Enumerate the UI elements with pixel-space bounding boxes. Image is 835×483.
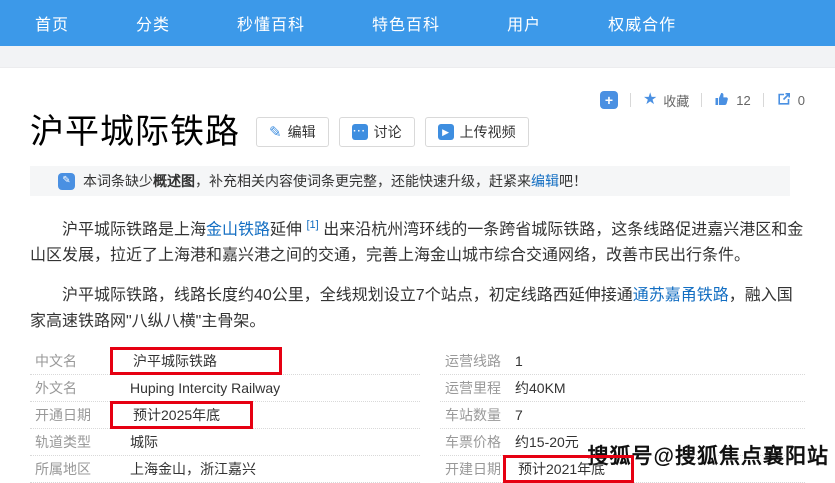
- edit-button-label: 编辑: [288, 122, 316, 142]
- infobox-value: 预计2021年底: [515, 461, 634, 477]
- page-title: 沪平城际铁路: [30, 112, 240, 152]
- infobox-row-chinese-name: 中文名 沪平城际铁路: [30, 348, 420, 375]
- nav-item-authority-coop[interactable]: 权威合作: [608, 11, 676, 35]
- infobox-value: 上海金山，浙江嘉兴: [130, 459, 256, 479]
- share-button[interactable]: 0: [776, 91, 805, 110]
- pencil-icon: ✎: [269, 125, 282, 140]
- infobox-row-foreign-name: 外文名 Huping Intercity Railway: [30, 375, 420, 402]
- infobox-left-column: 中文名 沪平城际铁路 外文名 Huping Intercity Railway …: [30, 348, 420, 483]
- infobox-label: 车票价格: [445, 432, 515, 452]
- notice-edit-link[interactable]: 编辑: [531, 173, 559, 189]
- top-nav: 首页 分类 秒懂百科 特色百科 用户 权威合作: [0, 0, 835, 46]
- discuss-button[interactable]: ··· 讨论: [339, 117, 415, 147]
- reference-1[interactable]: [1]: [307, 219, 319, 231]
- infobox-value: 7: [515, 407, 523, 423]
- infobox-value: 沪平城际铁路: [130, 353, 282, 369]
- highlight-box: 预计2021年底: [503, 455, 634, 483]
- highlight-box: 预计2025年底: [110, 401, 253, 429]
- infobox-row-operating-mileage: 运营里程 约40KM: [440, 375, 805, 402]
- divider: [701, 93, 702, 107]
- infobox-row-opening-date: 开通日期 预计2025年底: [30, 402, 420, 429]
- infobox-label: 轨道类型: [35, 432, 130, 452]
- add-icon[interactable]: +: [600, 91, 618, 109]
- infobox-row-station-count: 车站数量 7: [440, 402, 805, 429]
- star-icon: ★: [643, 92, 657, 108]
- infobox-label: 车站数量: [445, 405, 515, 425]
- infobox-value: 约40KM: [515, 378, 566, 398]
- page-band: [0, 46, 835, 68]
- infobox-value: 约15-20元: [515, 432, 579, 452]
- infobox-value: 1: [515, 353, 523, 369]
- like-count: 12: [736, 93, 750, 108]
- link-jinshan-railway[interactable]: 金山铁路: [206, 221, 270, 238]
- nav-item-tese-baike[interactable]: 特色百科: [372, 11, 440, 35]
- infobox-value: Huping Intercity Railway: [130, 380, 280, 396]
- infobox-row-track-type: 轨道类型 城际: [30, 429, 420, 456]
- favorite-label: 收藏: [663, 91, 689, 110]
- like-button[interactable]: 12: [714, 91, 750, 110]
- intro-paragraph-1: 沪平城际铁路是上海金山铁路延伸 [1] 出来沿杭州湾环线的一条跨省城际铁路，这条…: [30, 212, 805, 269]
- link-tongsujiayong-railway[interactable]: 通苏嘉甬铁路: [633, 287, 729, 304]
- entry-content: + ★ 收藏 12 0 沪平城际铁路 ✎ 编辑 ··· 讨论: [0, 90, 835, 483]
- nav-item-category[interactable]: 分类: [136, 11, 170, 35]
- thumbs-up-icon: [714, 91, 730, 110]
- notice-bar: ✎ 本词条缺少概述图，补充相关内容使词条更完整，还能快速升级，赶紧来编辑吧！: [30, 166, 790, 196]
- intro-paragraph-2: 沪平城际铁路，线路长度约40公里，全线规划设立7个站点，初定线路西延伸接通通苏嘉…: [30, 283, 805, 335]
- infobox-value: 预计2025年底: [130, 407, 253, 423]
- discuss-button-label: 讨论: [374, 122, 402, 142]
- play-icon: ▶: [438, 124, 454, 140]
- infobox-row-region: 所属地区 上海金山，浙江嘉兴: [30, 456, 420, 483]
- upload-video-button[interactable]: ▶ 上传视频: [425, 117, 529, 147]
- infobox-value: 城际: [130, 432, 158, 452]
- divider: [763, 93, 764, 107]
- share-icon: [776, 91, 792, 110]
- notice-text: 本词条缺少概述图，补充相关内容使词条更完整，还能快速升级，赶紧来编辑吧！: [83, 171, 587, 191]
- favorite-button[interactable]: ★ 收藏: [643, 91, 689, 110]
- highlight-box: 沪平城际铁路: [110, 347, 282, 375]
- title-row: 沪平城际铁路 ✎ 编辑 ··· 讨论 ▶ 上传视频: [30, 112, 805, 152]
- chat-bubble-icon: ···: [352, 124, 368, 140]
- nav-item-home[interactable]: 首页: [35, 11, 69, 35]
- nav-item-user[interactable]: 用户: [507, 11, 541, 35]
- infobox-label: 运营线路: [445, 351, 515, 371]
- infobox-label: 运营里程: [445, 378, 515, 398]
- header-actions: + ★ 收藏 12 0: [30, 90, 805, 110]
- edit-button[interactable]: ✎ 编辑: [256, 117, 329, 147]
- nav-item-miaodong-baike[interactable]: 秒懂百科: [237, 11, 305, 35]
- infobox-label: 外文名: [35, 378, 130, 398]
- upload-video-label: 上传视频: [460, 122, 516, 142]
- share-count: 0: [798, 93, 805, 108]
- infobox-label: 所属地区: [35, 459, 130, 479]
- edit-pencil-icon: ✎: [58, 173, 75, 190]
- divider: [630, 93, 631, 107]
- infobox-row-operating-lines: 运营线路 1: [440, 348, 805, 375]
